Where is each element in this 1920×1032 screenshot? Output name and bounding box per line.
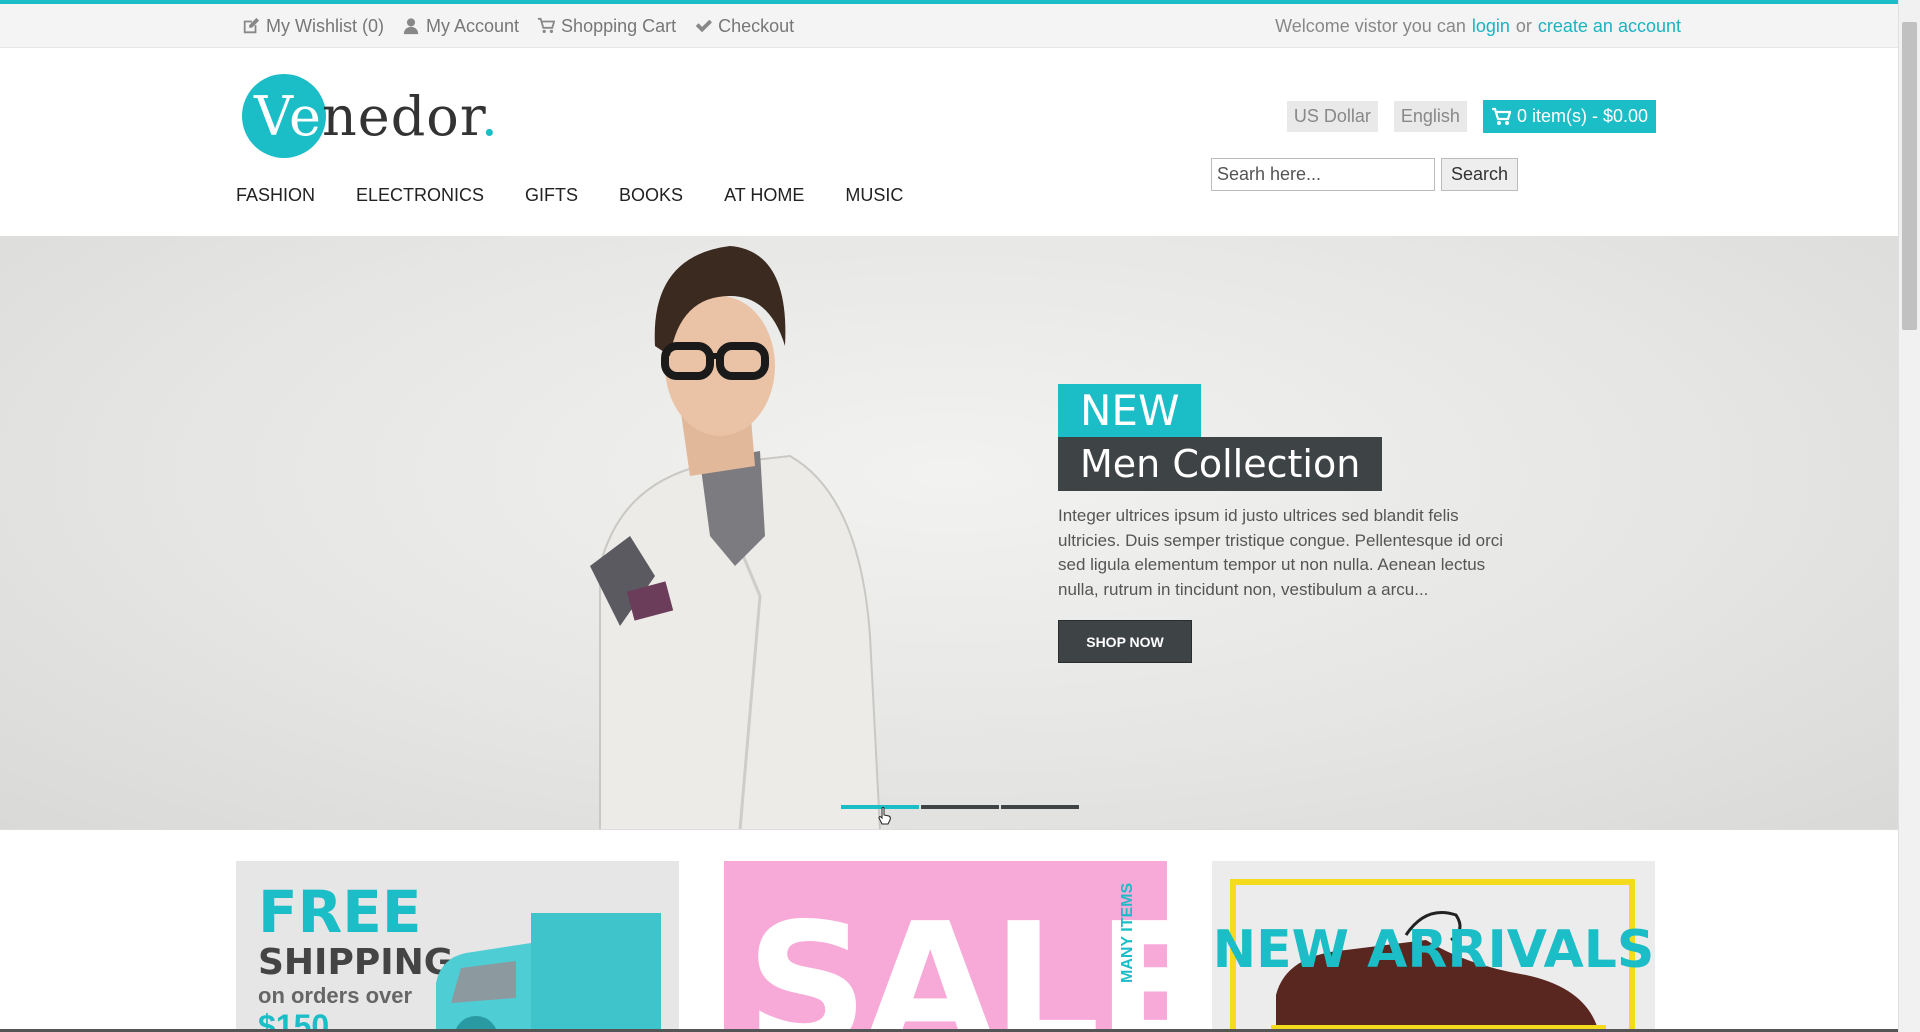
wishlist-link[interactable]: My Wishlist (0) — [242, 16, 384, 37]
site-logo[interactable]: Venedor. — [242, 72, 498, 162]
top-bar: My Wishlist (0) My Account Shopping Cart… — [0, 4, 1898, 48]
my-account-label: My Account — [426, 15, 520, 36]
edit-icon — [243, 17, 260, 34]
hero-title: Men Collection — [1058, 437, 1383, 491]
cart-icon — [1491, 107, 1511, 125]
top-links: My Wishlist (0) My Account Shopping Cart… — [242, 4, 794, 48]
nav-item-music[interactable]: MUSIC — [845, 180, 923, 210]
hero-badge-new: NEW — [1058, 384, 1202, 438]
cart-summary: 0 item(s) - $0.00 — [1516, 106, 1648, 126]
nav-item-books[interactable]: BOOKS — [619, 180, 703, 210]
wishlist-label: My Wishlist (0) — [266, 15, 384, 36]
nav-item-fashion[interactable]: FASHION — [236, 180, 335, 210]
hero-description: Integer ultrices ipsum id justo ultrices… — [1058, 506, 1504, 599]
cart-button[interactable]: 0 item(s) - $0.00 — [1482, 100, 1656, 133]
hand-cursor-icon — [878, 807, 891, 825]
login-link[interactable]: login — [1472, 16, 1510, 37]
search-button[interactable]: Search — [1441, 158, 1519, 191]
welcome-text: Welcome vistor you can — [1275, 15, 1466, 36]
vertical-scrollbar[interactable] — [1898, 0, 1920, 1032]
promo-free-text: FREE — [258, 878, 422, 946]
search-input[interactable] — [1211, 158, 1435, 191]
logo-wordmark: Venedor. — [254, 82, 499, 152]
page: My Wishlist (0) My Account Shopping Cart… — [0, 0, 1898, 1032]
promo-free-shipping[interactable]: FREE SHIPPING on orders over $150 — [236, 861, 679, 1032]
promo-new-arrivals-text: NEW ARRIVALS — [1212, 920, 1655, 980]
promo-sale-text: SALE — [746, 887, 1167, 1032]
promo-orders-text: on orders over — [258, 983, 413, 1008]
cart-icon — [537, 17, 556, 34]
promo-sale-side-text: MANY ITEMS — [1119, 882, 1136, 983]
promo-new-arrivals[interactable]: NEW ARRIVALS — [1212, 861, 1655, 1032]
check-icon — [695, 19, 713, 33]
hero-model-image — [590, 246, 881, 829]
main-nav: FASHION ELECTRONICS GIFTS BOOKS AT HOME … — [236, 180, 944, 210]
or-text: or — [1515, 15, 1532, 36]
shop-now-button[interactable]: SHOP NOW — [1058, 620, 1192, 663]
my-account-link[interactable]: My Account — [402, 16, 519, 37]
promo-sale[interactable]: SALE MANY ITEMS — [724, 861, 1167, 1032]
slider-pagination — [841, 805, 1079, 809]
nav-item-gifts[interactable]: GIFTS — [525, 180, 598, 210]
user-icon — [403, 18, 419, 35]
language-selector[interactable]: English — [1393, 101, 1467, 132]
nav-item-at-home[interactable]: AT HOME — [724, 180, 824, 210]
slider-dot-2[interactable] — [921, 805, 999, 809]
hero-slider: NEW Men Collection Integer ultrices ipsu… — [0, 236, 1898, 830]
checkout-link[interactable]: Checkout — [694, 16, 794, 37]
search-bar: Search — [1211, 158, 1519, 191]
slider-dot-3[interactable] — [1001, 805, 1079, 809]
truck-icon — [436, 913, 661, 1032]
scrollbar-thumb[interactable] — [1902, 22, 1917, 330]
shopping-cart-label: Shopping Cart — [561, 15, 677, 36]
logo-part-2: nedor — [322, 85, 481, 148]
checkout-label: Checkout — [718, 15, 795, 36]
create-account-link[interactable]: create an account — [1538, 16, 1681, 37]
currency-selector[interactable]: US Dollar — [1286, 101, 1378, 132]
shopping-cart-link[interactable]: Shopping Cart — [537, 16, 676, 37]
logo-part-1: Ve — [254, 85, 322, 148]
welcome-message: Welcome vistor you can login or create a… — [1275, 4, 1681, 48]
nav-item-electronics[interactable]: ELECTRONICS — [356, 180, 504, 210]
logo-dot: . — [480, 85, 499, 148]
header-controls: US Dollar English 0 item(s) - $0.00 — [1286, 100, 1656, 133]
promo-shipping-text: SHIPPING — [258, 942, 454, 983]
